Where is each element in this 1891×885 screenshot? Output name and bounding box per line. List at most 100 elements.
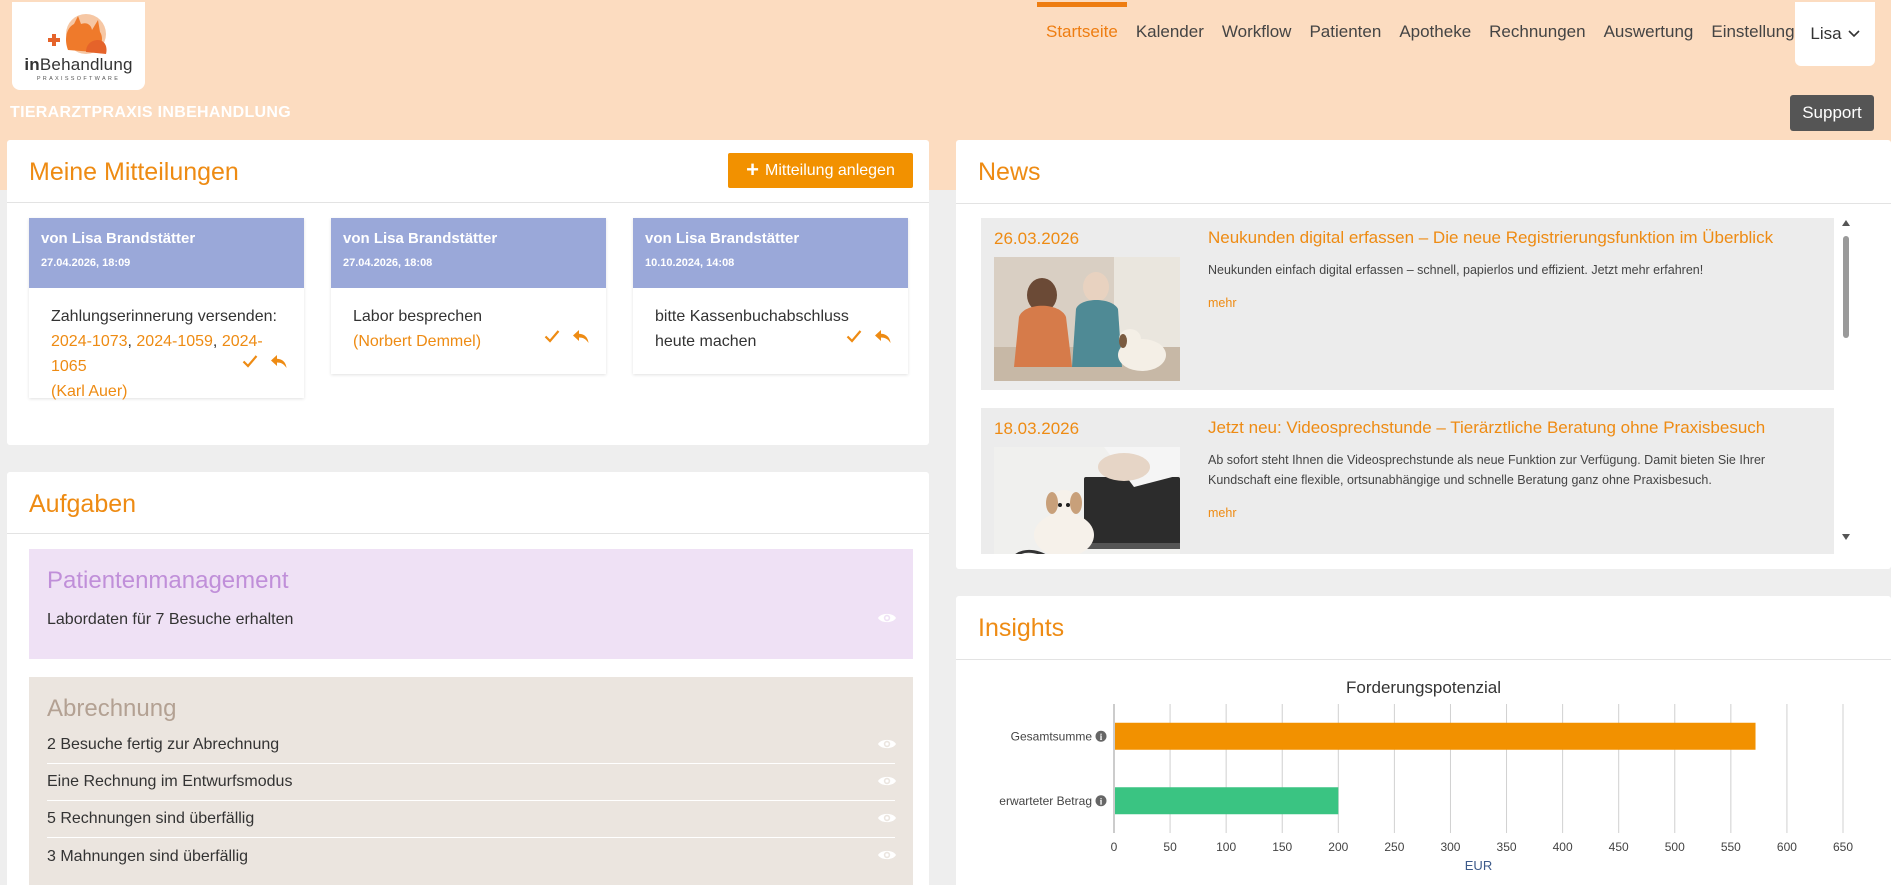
- message-actions: [846, 329, 892, 345]
- eye-icon[interactable]: [877, 737, 897, 756]
- nav-patienten[interactable]: Patienten: [1300, 0, 1390, 100]
- news-more-link[interactable]: mehr: [1208, 296, 1236, 310]
- panel-divider: [956, 203, 1891, 204]
- task-item-label: Labordaten für 7 Besuche erhalten: [47, 610, 294, 628]
- news-item[interactable]: 18.03.2026 Jetzt neu: Videosprechstunde …: [981, 408, 1834, 554]
- bar-erwarteter-betrag: [1115, 787, 1339, 815]
- app-logo[interactable]: inBehandlung PRAXISSOFTWARE: [12, 2, 145, 90]
- news-item[interactable]: 26.03.2026 Neukunden digital erfassen – …: [981, 218, 1834, 390]
- x-tick-label: 50: [1163, 840, 1177, 854]
- user-menu[interactable]: Lisa: [1795, 2, 1875, 66]
- add-message-button[interactable]: + Mitteilung anlegen: [728, 153, 913, 188]
- reply-icon[interactable]: [270, 354, 288, 370]
- task-item-label: Eine Rechnung im Entwurfsmodus: [47, 773, 293, 790]
- news-more-link[interactable]: mehr: [1208, 506, 1236, 520]
- task-item[interactable]: Eine Rechnung im Entwurfsmodus: [47, 764, 897, 801]
- x-tick-label: 450: [1609, 840, 1629, 854]
- eye-icon[interactable]: [877, 848, 897, 867]
- scroll-thumb[interactable]: [1843, 236, 1849, 338]
- news-headline[interactable]: Jetzt neu: Videosprechstunde – Tierärztl…: [1208, 418, 1765, 438]
- task-item-label: 5 Rechnungen sind überfällig: [47, 810, 255, 827]
- x-tick-label: 400: [1553, 840, 1573, 854]
- news-date: 26.03.2026: [994, 229, 1080, 248]
- message-header: von Lisa Brandstätter 27.04.2026, 18:08: [331, 218, 606, 288]
- message-card: von Lisa Brandstätter 27.04.2026, 18:08 …: [331, 218, 606, 374]
- eye-icon[interactable]: [877, 811, 897, 830]
- panel-divider: [7, 533, 929, 534]
- x-tick-label: 200: [1328, 840, 1348, 854]
- support-button[interactable]: Support: [1790, 95, 1874, 131]
- nav-rechnungen[interactable]: Rechnungen: [1480, 0, 1594, 100]
- message-body: Labor besprechen (Norbert Demmel): [331, 288, 606, 374]
- message-card: von Lisa Brandstätter 27.04.2026, 18:09 …: [29, 218, 304, 400]
- message-body: bitte Kassenbuchabschluss heute machen: [633, 288, 908, 374]
- add-message-label: Mitteilung anlegen: [764, 161, 895, 179]
- x-tick-label: 600: [1777, 840, 1797, 854]
- message-text: Labor besprechen: [353, 308, 482, 325]
- message-body: Zahlungserinnerung versenden: 2024-1073,…: [29, 288, 304, 400]
- pets-logo-icon: [48, 14, 107, 54]
- chart-title: Forderungspotenzial: [1346, 678, 1501, 697]
- nav-startseite[interactable]: Startseite: [1037, 0, 1127, 100]
- reply-icon[interactable]: [572, 329, 590, 345]
- task-group-title: Patientenmanagement: [47, 567, 289, 594]
- message-sender: von Lisa Brandstätter: [645, 230, 800, 247]
- message-actions: [242, 354, 288, 370]
- nav-auswertung[interactable]: Auswertung: [1595, 0, 1703, 100]
- message-person-link[interactable]: (Karl Auer): [51, 379, 282, 404]
- messages-panel: Meine Mitteilungen + Mitteilung anlegen …: [7, 140, 929, 445]
- plus-icon: +: [746, 156, 759, 182]
- x-tick-label: 550: [1721, 840, 1741, 854]
- eye-icon[interactable]: [877, 611, 897, 630]
- task-group-title: Abrechnung: [47, 695, 177, 722]
- check-icon[interactable]: [544, 329, 560, 345]
- news-date: 18.03.2026: [994, 419, 1080, 438]
- forderungspotenzial-chart: 0 50 100 150 200 250 300 350 400 450 500 550 600 650 G…: [999, 704, 1853, 873]
- nav-workflow[interactable]: Workflow: [1213, 0, 1301, 100]
- message-actions: [544, 329, 590, 345]
- task-item[interactable]: 5 Rechnungen sind überfällig: [47, 801, 897, 838]
- message-card: von Lisa Brandstätter 10.10.2024, 14:08 …: [633, 218, 908, 374]
- x-tick-label: 0: [1111, 840, 1118, 854]
- news-headline[interactable]: Neukunden digital erfassen – Die neue Re…: [1208, 228, 1773, 248]
- tasks-panel: Aufgaben Patientenmanagement Labordaten …: [7, 472, 929, 885]
- check-icon[interactable]: [846, 329, 862, 345]
- vet-consultation-photo[interactable]: [994, 257, 1180, 381]
- check-icon[interactable]: [242, 354, 258, 370]
- category-label: Gesamtsumme: [1011, 729, 1093, 743]
- news-panel: News 26.03.2026 Neukunden digital erfass…: [956, 140, 1891, 569]
- nav-kalender[interactable]: Kalender: [1127, 0, 1213, 100]
- message-date: 27.04.2026, 18:09: [41, 257, 131, 269]
- reply-icon[interactable]: [874, 329, 892, 345]
- message-text: bitte Kassenbuchabschluss: [655, 308, 849, 325]
- message-date: 27.04.2026, 18:08: [343, 257, 433, 269]
- message-sender: von Lisa Brandstätter: [343, 230, 498, 247]
- news-text: Neukunden einfach digital erfassen – sch…: [1208, 263, 1704, 277]
- user-name: Lisa: [1810, 24, 1842, 43]
- x-tick-label: 250: [1384, 840, 1404, 854]
- task-item[interactable]: Labordaten für 7 Besuche erhalten: [47, 601, 897, 638]
- bar-gesamtsumme: [1115, 722, 1756, 750]
- scroll-down-arrow-icon[interactable]: [1842, 534, 1850, 540]
- chevron-down-icon: [1848, 30, 1860, 38]
- insights-panel: Insights Forderungspotenzial 0 50 100 150 20…: [956, 596, 1891, 885]
- news-scrollbar[interactable]: [1840, 218, 1852, 554]
- invoice-link[interactable]: 2024-1059: [136, 333, 213, 350]
- news-text: Ab sofort steht Ihnen die Videosprechstu…: [1208, 453, 1766, 487]
- task-item[interactable]: 3 Mahnungen sind überfällig: [47, 838, 897, 875]
- eye-icon[interactable]: [877, 774, 897, 793]
- category-label: erwarteter Betrag: [999, 794, 1092, 808]
- message-header: von Lisa Brandstätter 27.04.2026, 18:09: [29, 218, 304, 288]
- puppy-laptop-photo[interactable]: [994, 447, 1180, 554]
- scroll-up-arrow-icon[interactable]: [1842, 220, 1850, 226]
- invoice-link[interactable]: 2024-1073: [51, 333, 128, 350]
- x-tick-label: 350: [1497, 840, 1517, 854]
- logo-wordmark: inBehandlung: [24, 55, 133, 74]
- task-item[interactable]: 2 Besuche fertig zur Abrechnung: [47, 727, 897, 764]
- x-tick-label: 100: [1216, 840, 1236, 854]
- message-text: Zahlungserinnerung versenden:: [51, 308, 277, 325]
- message-date: 10.10.2024, 14:08: [645, 257, 735, 269]
- x-tick-label: 500: [1665, 840, 1685, 854]
- nav-apotheke[interactable]: Apotheke: [1390, 0, 1480, 100]
- task-item-label: 3 Mahnungen sind überfällig: [47, 847, 249, 865]
